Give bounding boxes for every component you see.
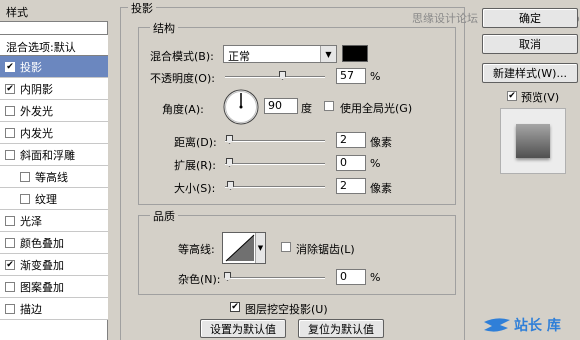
- chevron-down-icon: ▼: [320, 46, 336, 62]
- style-item-10[interactable]: 图案叠加: [0, 276, 108, 298]
- make-default-button[interactable]: 设置为默认值: [200, 319, 286, 338]
- blend-mode-select[interactable]: 正常 ▼: [223, 45, 337, 63]
- anti-alias-checkbox[interactable]: [281, 242, 291, 252]
- style-item-8[interactable]: 颜色叠加: [0, 232, 108, 254]
- style-item-1[interactable]: ✔ 内阴影: [0, 78, 108, 100]
- style-item-label: 斜面和浮雕: [20, 148, 75, 162]
- shadow-color-swatch[interactable]: [342, 45, 368, 62]
- structure-title: 结构: [150, 20, 178, 36]
- style-item-checkbox[interactable]: [5, 105, 15, 116]
- spread-label: 扩展(R):: [174, 159, 216, 172]
- opacity-slider-track[interactable]: [225, 76, 325, 78]
- style-item-2[interactable]: 外发光: [0, 100, 108, 122]
- style-item-label: 外发光: [20, 104, 53, 118]
- style-item-label: 纹理: [35, 192, 57, 206]
- size-label: 大小(S):: [174, 182, 216, 195]
- style-item-checkbox[interactable]: ✔: [5, 61, 15, 72]
- spread-input[interactable]: 0: [336, 155, 366, 171]
- style-item-checkbox[interactable]: [5, 303, 15, 314]
- style-preview-box: [500, 108, 566, 174]
- angle-unit: 度: [301, 102, 312, 115]
- style-item-checkbox[interactable]: [5, 237, 15, 248]
- quality-title: 品质: [150, 208, 178, 224]
- style-item-4[interactable]: 斜面和浮雕: [0, 144, 108, 166]
- size-unit: 像素: [370, 182, 392, 195]
- style-item-label: 投影: [20, 60, 42, 74]
- style-item-11[interactable]: 描边: [0, 298, 108, 320]
- style-item-label: 颜色叠加: [20, 236, 64, 250]
- cancel-button[interactable]: 取消: [482, 34, 578, 54]
- global-light-label: 使用全局光(G): [340, 102, 413, 115]
- style-item-checkbox[interactable]: [5, 215, 15, 226]
- new-style-button[interactable]: 新建样式(W)...: [482, 63, 578, 83]
- blend-mode-label: 混合模式(B):: [150, 50, 214, 63]
- style-item-checkbox[interactable]: [20, 171, 30, 182]
- style-item-checkbox[interactable]: [20, 193, 30, 204]
- angle-dial[interactable]: [222, 88, 260, 126]
- spread-unit: %: [370, 157, 381, 170]
- style-item-0[interactable]: ✔ 投影: [0, 56, 108, 78]
- distance-unit: 像素: [370, 136, 392, 149]
- opacity-input[interactable]: 57: [336, 68, 366, 84]
- drop-shadow-title: 投影: [128, 0, 156, 16]
- style-preview-swatch: [516, 124, 550, 158]
- style-item-checkbox[interactable]: ✔: [5, 83, 15, 94]
- style-item-label: 描边: [20, 302, 42, 316]
- style-item-9[interactable]: ✔ 渐变叠加: [0, 254, 108, 276]
- knockout-label: 图层挖空投影(U): [245, 303, 328, 316]
- angle-input[interactable]: 90: [264, 98, 298, 114]
- global-light-checkbox[interactable]: [324, 101, 334, 111]
- distance-slider-track[interactable]: [225, 140, 325, 142]
- preview-checkbox[interactable]: ✔: [507, 91, 517, 101]
- style-item-3[interactable]: 内发光: [0, 122, 108, 144]
- style-list-panel: 样式 混合选项:默认 ✔ 投影 ✔ 内阴影外发光内发光斜面和浮雕等高线纹理光泽颜色叠加…: [0, 0, 108, 340]
- size-slider-track[interactable]: [225, 186, 325, 188]
- preview-label: 预览(V): [521, 91, 560, 104]
- style-item-label: 渐变叠加: [20, 258, 64, 272]
- size-input[interactable]: 2: [336, 178, 366, 194]
- watermark-bottom-logo: 站长 库: [482, 312, 578, 338]
- style-item-checkbox[interactable]: [5, 281, 15, 292]
- distance-label: 距离(D):: [174, 136, 217, 149]
- reset-default-button[interactable]: 复位为默认值: [298, 319, 384, 338]
- style-item-label: 图案叠加: [20, 280, 64, 294]
- watermark-bottom-text: 站长 库: [514, 318, 561, 334]
- style-item-5[interactable]: 等高线: [0, 166, 108, 188]
- spread-slider-track[interactable]: [225, 163, 325, 165]
- style-item-6[interactable]: 纹理: [0, 188, 108, 210]
- noise-label: 杂色(N):: [178, 273, 221, 286]
- style-item-label: 内阴影: [20, 82, 53, 96]
- noise-input[interactable]: 0: [336, 269, 366, 285]
- style-item-label: 内发光: [20, 126, 53, 140]
- style-item-checkbox[interactable]: [5, 127, 15, 138]
- contour-linear-icon: [225, 234, 255, 262]
- anti-alias-label: 消除锯齿(L): [296, 243, 355, 256]
- opacity-label: 不透明度(O):: [150, 72, 215, 85]
- chevron-down-icon: ▼: [255, 233, 265, 263]
- style-item-label: 等高线: [35, 170, 68, 184]
- style-item-checkbox[interactable]: ✔: [5, 259, 15, 270]
- knockout-checkbox[interactable]: ✔: [230, 302, 240, 312]
- noise-slider-track[interactable]: [225, 277, 325, 279]
- noise-unit: %: [370, 271, 381, 284]
- blend-options-item[interactable]: 混合选项:默认: [0, 34, 108, 56]
- watermark-logo-icon: [484, 318, 510, 332]
- contour-label: 等高线:: [178, 243, 215, 256]
- ok-button[interactable]: 确定: [482, 8, 578, 28]
- opacity-unit: %: [370, 70, 381, 83]
- style-item-7[interactable]: 光泽: [0, 210, 108, 232]
- angle-label: 角度(A):: [162, 103, 204, 116]
- distance-input[interactable]: 2: [336, 132, 366, 148]
- contour-picker[interactable]: ▼: [222, 232, 266, 264]
- style-item-checkbox[interactable]: [5, 149, 15, 160]
- styles-header[interactable]: 样式: [0, 0, 108, 22]
- blend-mode-value: 正常: [228, 50, 250, 63]
- style-item-label: 光泽: [20, 214, 42, 228]
